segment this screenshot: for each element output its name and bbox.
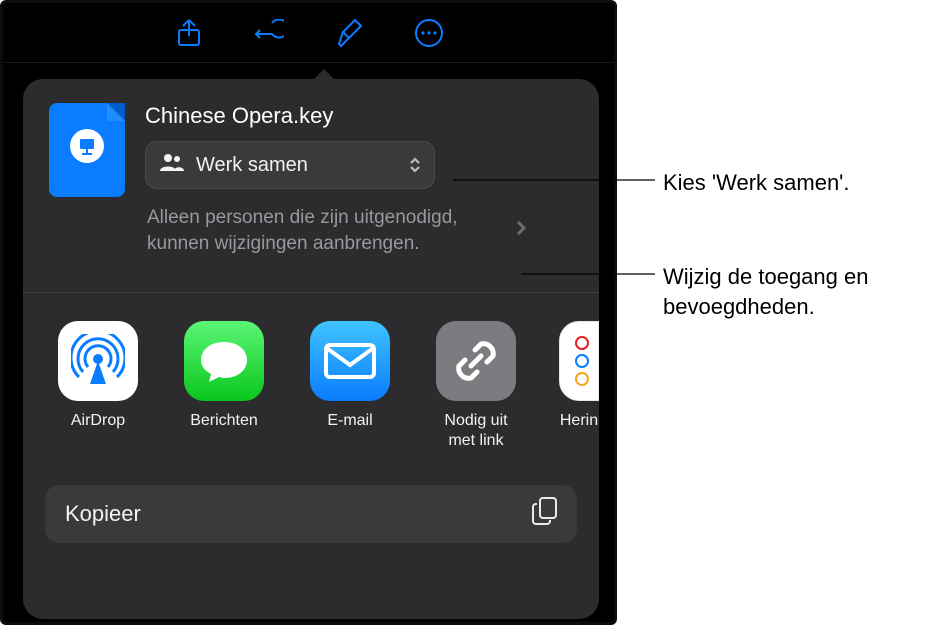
callout-change-access: Wijzig de toegang en bevoegdheden. bbox=[663, 262, 873, 321]
callout-choose-collaborate: Kies 'Werk samen'. bbox=[663, 168, 850, 198]
